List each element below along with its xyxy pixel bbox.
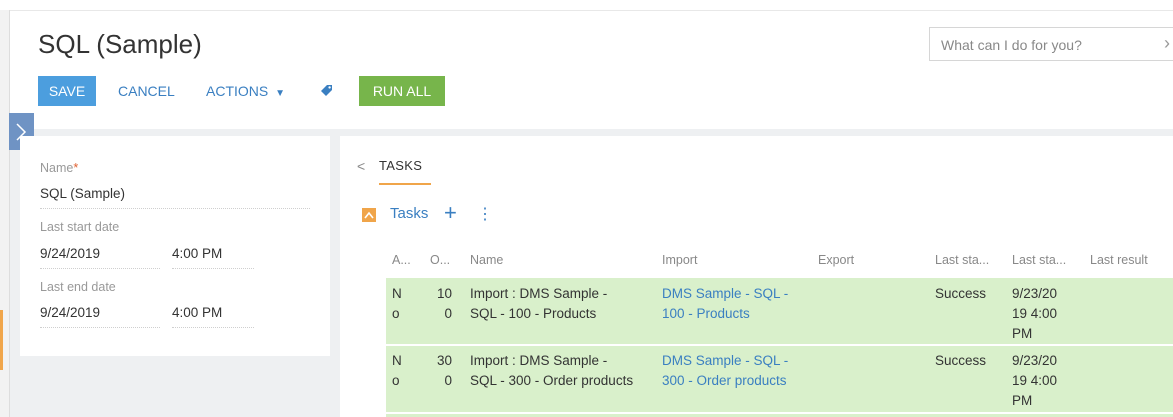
column-header-last-status[interactable]: Last sta...: [935, 253, 989, 267]
last-end-date-value[interactable]: 9/24/2019: [40, 305, 100, 320]
cell-name: Import : DMS Sample - SQL - 300 - Order p…: [470, 353, 634, 388]
last-start-time-value[interactable]: 4:00 PM: [172, 246, 222, 261]
chevron-left-icon[interactable]: <: [357, 158, 365, 174]
top-border: [0, 0, 1173, 11]
left-edge-bar: [0, 10, 10, 417]
required-mark: *: [73, 161, 79, 175]
column-header-import[interactable]: Import: [662, 253, 697, 267]
last-end-date-underline: [40, 327, 160, 328]
cell-last-start: 9/23/20 19 4:00 PM: [1012, 286, 1058, 341]
search-placeholder: What can I do for you?: [941, 37, 1082, 53]
column-header-export[interactable]: Export: [818, 253, 854, 267]
cell-import-link[interactable]: DMS Sample - SQL -300 - Order products: [662, 351, 812, 391]
cell-import-link[interactable]: DMS Sample - SQL -100 - Products: [662, 284, 812, 324]
cell-status: Success: [935, 286, 987, 301]
table-row[interactable]: No 10 0 Import : DMS Sample - SQL - 100 - …: [386, 278, 1173, 344]
last-end-time-underline: [172, 327, 254, 328]
command-search-input[interactable]: What can I do for you? ›: [929, 27, 1173, 61]
column-header-last-result[interactable]: Last result: [1090, 253, 1148, 267]
save-button[interactable]: SAVE: [38, 76, 96, 106]
column-header-name[interactable]: Name: [470, 253, 503, 267]
add-task-button[interactable]: +: [444, 200, 457, 226]
last-end-time-value[interactable]: 4:00 PM: [172, 305, 222, 320]
table-row[interactable]: No 30 0 Import : DMS Sample - SQL - 300 - …: [386, 346, 1173, 412]
page-header: SQL (Sample) What can I do for you? › SA…: [10, 11, 1173, 129]
cell-active: No: [392, 353, 402, 388]
column-header-order[interactable]: O...: [430, 253, 450, 267]
tasks-panel: < TASKS Tasks + ⋮ A... O... Name Import …: [340, 136, 1173, 417]
cell-status: Success: [935, 353, 987, 368]
tab-tasks[interactable]: TASKS: [379, 158, 422, 173]
page-title: SQL (Sample): [38, 29, 202, 59]
name-field-label: Name*: [40, 161, 78, 175]
run-all-button[interactable]: RUN ALL: [359, 76, 445, 106]
cell-order: 10 0: [436, 286, 452, 321]
name-label-text: Name: [40, 161, 74, 175]
column-header-active[interactable]: A...: [392, 253, 411, 267]
last-start-date-underline: [40, 268, 160, 269]
cancel-button[interactable]: CANCEL: [118, 83, 175, 99]
actions-label: ACTIONS: [206, 83, 269, 99]
last-start-date-value[interactable]: 9/24/2019: [40, 246, 100, 261]
left-edge-accent: [0, 310, 3, 370]
caret-down-icon: ▼: [275, 88, 286, 99]
tasks-detail-title[interactable]: Tasks: [390, 205, 428, 222]
cell-active: No: [392, 286, 402, 321]
cell-name: Import : DMS Sample - SQL - 100 - Product…: [470, 286, 608, 321]
cell-last-start: 9/23/20 19 4:00 PM: [1012, 353, 1058, 408]
active-tab-indicator: [379, 183, 431, 185]
last-start-date-label: Last start date: [40, 220, 120, 234]
name-field-value[interactable]: SQL (Sample): [40, 186, 125, 201]
last-start-time-underline: [172, 268, 254, 269]
collapse-detail-button[interactable]: [362, 208, 376, 222]
record-fields-card: Name* SQL (Sample) Last start date 9/24/…: [20, 136, 330, 356]
cell-order: 30 0: [436, 353, 452, 388]
tag-icon[interactable]: [320, 83, 334, 97]
detail-menu-button[interactable]: ⋮: [477, 204, 493, 224]
chevron-up-icon: [364, 211, 374, 219]
actions-button[interactable]: ACTIONS ▼: [206, 83, 285, 99]
name-field-underline: [40, 208, 310, 209]
column-header-last-start[interactable]: Last sta...: [1012, 253, 1066, 267]
last-end-date-label: Last end date: [40, 280, 116, 294]
chevron-right-icon[interactable]: ›: [1164, 33, 1170, 54]
